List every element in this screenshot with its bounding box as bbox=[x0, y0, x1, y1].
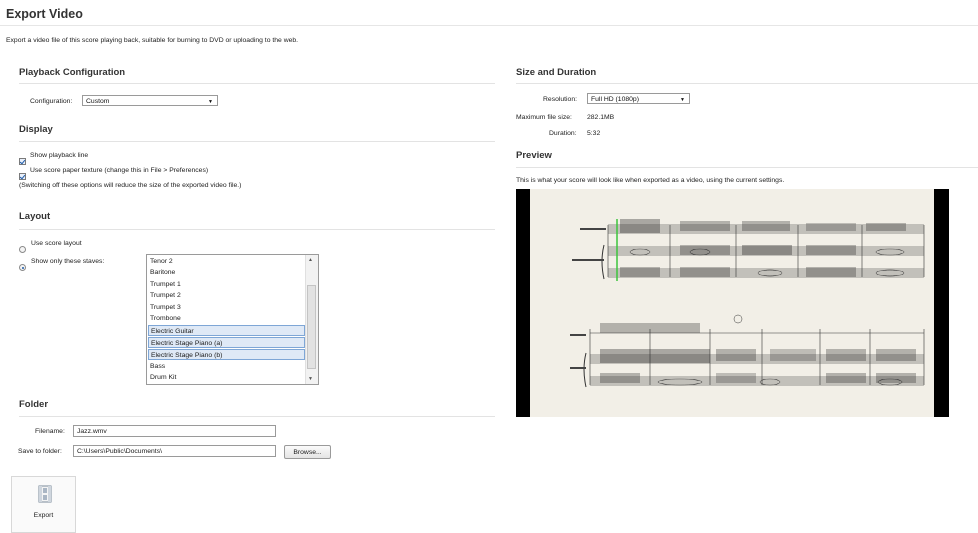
list-item[interactable]: Tenor 2 bbox=[148, 256, 305, 267]
page-title: Export Video bbox=[6, 7, 83, 21]
page-subtitle: Export a video file of this score playin… bbox=[6, 37, 299, 44]
export-label: Export bbox=[33, 512, 54, 519]
list-item-selected[interactable]: Electric Stage Piano (b) bbox=[148, 349, 305, 360]
section-divider bbox=[19, 141, 495, 142]
section-divider bbox=[19, 83, 495, 84]
use-score-layout-radio[interactable] bbox=[19, 240, 26, 258]
save-folder-label: Save to folder: bbox=[18, 448, 62, 455]
list-item[interactable]: Drum Kit bbox=[148, 372, 305, 383]
list-item[interactable]: Trombone bbox=[148, 313, 305, 324]
preview-heading: Preview bbox=[516, 150, 552, 161]
use-score-layout-label[interactable]: Use score layout bbox=[31, 240, 82, 247]
list-item[interactable]: Trumpet 1 bbox=[148, 279, 305, 290]
list-item[interactable]: Baritone bbox=[148, 267, 305, 278]
chevron-down-icon: ▼ bbox=[208, 99, 213, 105]
section-divider bbox=[516, 167, 978, 168]
display-note: (Switching off these options will reduce… bbox=[19, 182, 242, 189]
section-divider bbox=[19, 416, 495, 417]
folder-heading: Folder bbox=[19, 399, 49, 410]
configuration-dropdown[interactable]: Custom ▼ bbox=[82, 95, 218, 106]
filename-label: Filename: bbox=[35, 428, 65, 435]
scroll-up-icon[interactable]: ▲ bbox=[308, 257, 313, 263]
section-divider bbox=[516, 83, 978, 84]
playback-config-heading: Playback Configuration bbox=[19, 67, 126, 78]
configuration-value: Custom bbox=[86, 98, 110, 105]
scroll-down-icon[interactable]: ▼ bbox=[308, 376, 313, 382]
size-duration-heading: Size and Duration bbox=[516, 67, 597, 78]
configuration-label: Configuration: bbox=[30, 98, 73, 105]
list-scrollbar[interactable]: ▲ ▼ bbox=[305, 255, 318, 384]
video-preview bbox=[516, 189, 949, 417]
section-divider bbox=[19, 229, 495, 230]
list-item[interactable]: Trumpet 3 bbox=[148, 302, 305, 313]
duration-label: Duration: bbox=[549, 130, 577, 137]
checkbox-checked-icon bbox=[19, 158, 26, 165]
export-button[interactable]: Export bbox=[11, 476, 76, 533]
resolution-value: Full HD (1080p) bbox=[591, 96, 639, 103]
radio-icon bbox=[19, 246, 26, 253]
resolution-label: Resolution: bbox=[543, 96, 578, 103]
max-file-size-value: 282.1MB bbox=[587, 114, 615, 121]
list-item[interactable]: Bass bbox=[148, 361, 305, 372]
film-icon bbox=[38, 485, 52, 503]
checkbox-checked-icon bbox=[19, 173, 26, 180]
scrollbar-thumb[interactable] bbox=[307, 285, 316, 369]
filename-input[interactable]: Jazz.wmv bbox=[73, 425, 276, 437]
title-divider bbox=[0, 25, 978, 26]
resolution-dropdown[interactable]: Full HD (1080p) ▼ bbox=[587, 93, 690, 104]
list-item-selected[interactable]: Electric Guitar bbox=[148, 325, 305, 336]
display-heading: Display bbox=[19, 124, 53, 135]
show-only-staves-radio[interactable] bbox=[19, 258, 26, 276]
max-file-size-label: Maximum file size: bbox=[516, 114, 572, 121]
score-preview-image bbox=[570, 219, 925, 388]
use-paper-texture-label[interactable]: Use score paper texture (change this in … bbox=[30, 167, 208, 174]
list-item[interactable]: Trumpet 2 bbox=[148, 290, 305, 301]
score-paper bbox=[530, 189, 934, 417]
browse-button[interactable]: Browse... bbox=[284, 445, 331, 459]
save-folder-input[interactable]: C:\Users\Public\Documents\ bbox=[73, 445, 276, 457]
layout-heading: Layout bbox=[19, 211, 51, 222]
show-playback-line-label[interactable]: Show playback line bbox=[30, 152, 88, 159]
duration-value: 5:32 bbox=[587, 130, 601, 137]
list-item-selected[interactable]: Electric Stage Piano (a) bbox=[148, 337, 305, 348]
chevron-down-icon: ▼ bbox=[680, 97, 685, 103]
show-only-staves-label[interactable]: Show only these staves: bbox=[31, 258, 104, 265]
radio-selected-icon bbox=[19, 264, 26, 271]
preview-description: This is what your score will look like w… bbox=[516, 177, 785, 184]
staves-listbox[interactable]: Tenor 2 Baritone Trumpet 1 Trumpet 2 Tru… bbox=[146, 254, 319, 385]
